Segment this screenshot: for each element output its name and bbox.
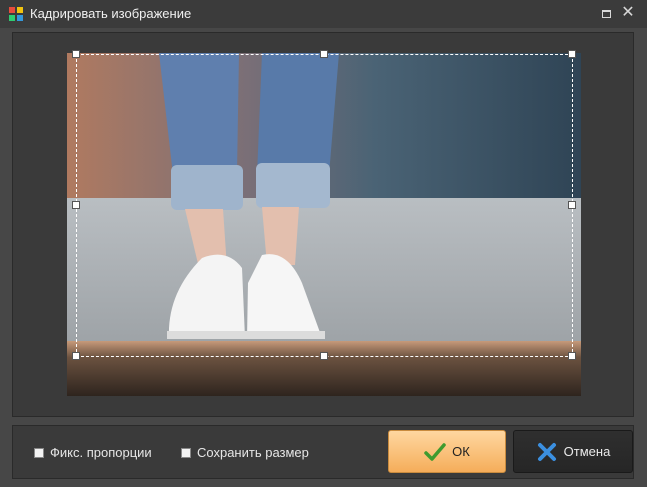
crop-handle-left[interactable] <box>72 201 80 209</box>
title-bar[interactable]: Кадрировать изображение ✕ <box>0 0 647 28</box>
cancel-label: Отмена <box>563 444 611 459</box>
crop-handle-bottom[interactable] <box>320 352 328 360</box>
crop-handle-right[interactable] <box>568 201 576 209</box>
ok-button[interactable]: ОК <box>388 430 506 473</box>
x-cross-icon <box>536 441 558 463</box>
checkbox-box[interactable] <box>34 447 44 458</box>
keep-size-label: Сохранить размер <box>197 445 309 460</box>
crop-frame[interactable] <box>76 54 573 357</box>
crop-handle-top-right[interactable] <box>568 50 576 58</box>
app-logo-icon <box>8 6 24 22</box>
crop-handle-bottom-right[interactable] <box>568 352 576 360</box>
window-title: Кадрировать изображение <box>30 6 192 21</box>
ok-label: ОК <box>452 444 470 459</box>
cancel-button[interactable]: Отмена <box>513 430 633 473</box>
close-icon[interactable]: ✕ <box>619 4 637 22</box>
checkbox-box[interactable] <box>181 447 191 458</box>
crop-handle-top-left[interactable] <box>72 50 80 58</box>
crop-handle-bottom-left[interactable] <box>72 352 80 360</box>
fix-proportions-checkbox[interactable]: Фикс. пропорции <box>34 445 152 460</box>
keep-size-checkbox[interactable]: Сохранить размер <box>181 445 309 460</box>
checkmark-icon <box>424 441 446 463</box>
fix-proportions-label: Фикс. пропорции <box>50 445 152 460</box>
maximize-icon[interactable] <box>597 4 615 22</box>
crop-handle-top[interactable] <box>320 50 328 58</box>
crop-dialog: Кадрировать изображение ✕ Фикс. пропорци… <box>0 0 647 487</box>
